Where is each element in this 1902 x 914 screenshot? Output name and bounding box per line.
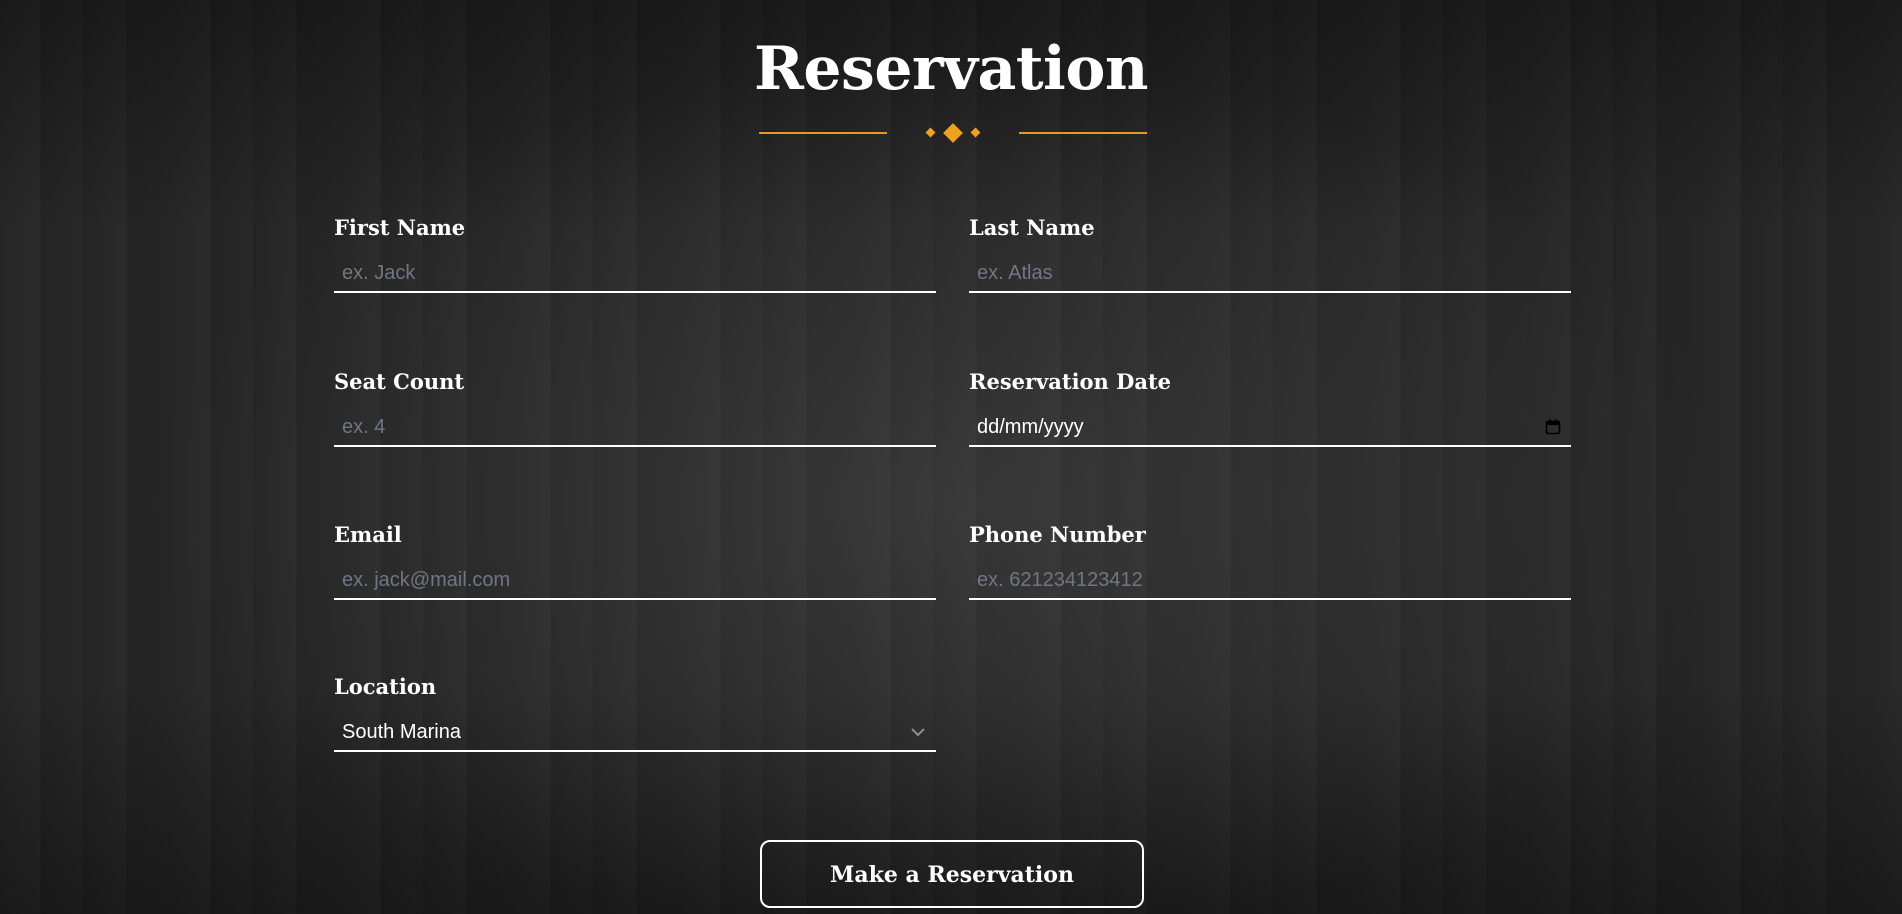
location-select[interactable]: South Marina <box>334 715 936 752</box>
reservation-date-field: Reservation Date dd/mm/yyyy <box>969 369 1571 447</box>
last-name-input[interactable] <box>969 256 1571 291</box>
reservation-date-value: dd/mm/yyyy <box>977 416 1084 438</box>
seat-count-input-wrap <box>334 410 936 447</box>
phone-field: Phone Number <box>969 522 1571 600</box>
phone-input[interactable] <box>969 563 1571 598</box>
last-name-input-wrap <box>969 256 1571 293</box>
email-label: Email <box>334 522 402 547</box>
last-name-field: Last Name <box>969 215 1571 293</box>
email-input-wrap <box>334 563 936 600</box>
first-name-field: First Name <box>334 215 936 293</box>
last-name-label: Last Name <box>969 215 1095 240</box>
seat-count-label: Seat Count <box>334 369 465 394</box>
make-reservation-button[interactable]: Make a Reservation <box>760 840 1144 908</box>
title-divider <box>759 118 1147 148</box>
divider-line-right <box>1019 132 1147 134</box>
phone-label: Phone Number <box>969 522 1146 547</box>
reservation-date-input[interactable]: dd/mm/yyyy <box>969 410 1571 447</box>
divider-line-left <box>759 132 887 134</box>
location-selected-value: South Marina <box>342 721 461 743</box>
phone-input-wrap <box>969 563 1571 600</box>
reservation-date-label: Reservation Date <box>969 369 1172 394</box>
first-name-input-wrap <box>334 256 936 293</box>
first-name-input[interactable] <box>334 256 936 291</box>
email-field: Email <box>334 522 936 600</box>
diamond-icon-small-right <box>970 127 981 138</box>
calendar-icon[interactable] <box>1545 419 1561 435</box>
diamond-icon-large <box>943 123 963 143</box>
page-title: Reservation <box>754 34 1149 104</box>
diamond-icon-small-left <box>925 127 936 138</box>
email-input[interactable] <box>334 563 936 598</box>
first-name-label: First Name <box>334 215 466 240</box>
seat-count-field: Seat Count <box>334 369 936 447</box>
seat-count-input[interactable] <box>334 410 936 445</box>
chevron-down-icon <box>911 728 925 737</box>
location-label: Location <box>334 674 437 699</box>
location-field: Location South Marina <box>334 674 936 752</box>
